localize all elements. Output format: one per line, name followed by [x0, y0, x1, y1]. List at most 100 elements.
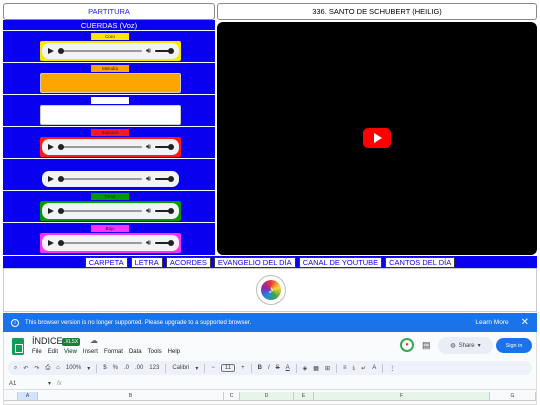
- column-header-g[interactable]: G: [490, 392, 536, 400]
- play-icon[interactable]: [48, 240, 54, 246]
- audio-player[interactable]: 🔊︎: [42, 203, 179, 219]
- play-icon[interactable]: [48, 176, 54, 182]
- undo-icon[interactable]: ↶: [23, 365, 28, 372]
- currency-button[interactable]: $: [103, 365, 106, 371]
- column-header-f[interactable]: F: [314, 392, 490, 400]
- wrap-icon[interactable]: ↵: [361, 365, 366, 372]
- audio-player[interactable]: 🔊︎: [42, 43, 179, 59]
- decrease-font-icon[interactable]: −: [211, 365, 215, 371]
- comment-icon[interactable]: ▤: [422, 340, 431, 351]
- avatar-icon[interactable]: ●: [400, 338, 414, 352]
- column-header-c[interactable]: C: [224, 392, 240, 400]
- more-formats-button[interactable]: 123: [149, 365, 159, 371]
- play-icon[interactable]: [48, 208, 54, 214]
- align-icon[interactable]: ≡: [343, 365, 347, 371]
- menu-insert[interactable]: Insert: [83, 349, 98, 355]
- nav-button-carpeta[interactable]: CARPETA: [84, 257, 128, 268]
- volume-icon[interactable]: 🔊︎: [146, 239, 151, 247]
- menu-bar: File Edit View Insert Format Data Tools Help: [32, 349, 180, 355]
- audio-player[interactable]: 🔊︎: [42, 171, 179, 187]
- seek-slider[interactable]: [58, 144, 142, 150]
- redo-icon[interactable]: ↷: [34, 365, 39, 372]
- partitura-link[interactable]: PARTITURA: [3, 3, 215, 20]
- music-logo-icon[interactable]: ♪: [256, 275, 286, 305]
- increase-font-icon[interactable]: +: [241, 365, 245, 371]
- zoom-select[interactable]: 100%: [66, 365, 81, 371]
- seek-slider[interactable]: [58, 240, 142, 246]
- chevron-down-icon: ▾: [195, 365, 199, 372]
- paint-format-icon[interactable]: ⌂: [56, 365, 60, 371]
- rotate-icon[interactable]: A: [372, 365, 376, 371]
- unsupported-browser-banner: i This browser version is no longer supp…: [3, 313, 537, 332]
- seek-slider[interactable]: [58, 48, 142, 54]
- volume-slider[interactable]: [155, 208, 174, 214]
- volume-icon[interactable]: 🔊︎: [146, 175, 151, 183]
- nav-button-cantos-del-d-a[interactable]: CANTOS DEL DÍA: [385, 257, 456, 268]
- nav-button-evangelio-del-d-a[interactable]: EVANGELIO DEL DÍA: [213, 257, 296, 268]
- column-header-d[interactable]: D: [240, 392, 294, 400]
- doc-title[interactable]: ÍNDICE: [32, 336, 63, 346]
- name-box[interactable]: A1: [4, 381, 48, 387]
- learn-more-link[interactable]: Learn More: [475, 319, 508, 326]
- menu-format[interactable]: Format: [104, 349, 123, 355]
- strikethrough-icon[interactable]: S: [276, 365, 280, 371]
- volume-icon[interactable]: 🔊︎: [146, 143, 151, 151]
- nav-button-acordes[interactable]: ACORDES: [165, 257, 211, 268]
- track-label: [91, 97, 129, 104]
- column-header-e[interactable]: E: [294, 392, 314, 400]
- bold-icon[interactable]: B: [258, 365, 262, 371]
- menu-data[interactable]: Data: [129, 349, 142, 355]
- play-icon[interactable]: [48, 48, 54, 54]
- font-select[interactable]: Calibri: [172, 365, 189, 371]
- track-label: [91, 161, 129, 168]
- select-all-corner[interactable]: [4, 392, 18, 400]
- share-button[interactable]: ◍ Share ▾: [438, 337, 493, 354]
- nav-button-letra[interactable]: LETRA: [130, 257, 163, 268]
- play-icon[interactable]: [48, 144, 54, 150]
- search-icon[interactable]: ⌕: [14, 365, 17, 372]
- volume-slider[interactable]: [155, 176, 174, 182]
- column-header-b[interactable]: B: [38, 392, 224, 400]
- audio-player[interactable]: 🔊︎: [42, 235, 179, 251]
- track-row: [3, 95, 215, 127]
- borders-icon[interactable]: ▦: [313, 365, 319, 372]
- youtube-video[interactable]: [217, 22, 537, 255]
- seek-slider[interactable]: [58, 208, 142, 214]
- audio-player[interactable]: 🔊︎: [42, 139, 179, 155]
- menu-tools[interactable]: Tools: [148, 349, 162, 355]
- text-color-icon[interactable]: A: [286, 365, 290, 371]
- share-label: Share: [458, 342, 475, 349]
- divider: [335, 363, 337, 373]
- column-header-a[interactable]: A: [18, 392, 38, 400]
- sheets-icon[interactable]: [12, 338, 24, 355]
- cloud-icon: ☁: [90, 336, 98, 345]
- decrease-decimal-button[interactable]: .0: [124, 365, 129, 371]
- close-icon[interactable]: ✕: [521, 317, 529, 328]
- track-frame: 🔊︎: [40, 169, 181, 189]
- menu-edit[interactable]: Edit: [48, 349, 58, 355]
- merge-icon[interactable]: ⊞: [325, 365, 330, 372]
- seek-slider[interactable]: [58, 176, 142, 182]
- volume-slider[interactable]: [155, 48, 174, 54]
- menu-view[interactable]: View: [64, 349, 77, 355]
- valign-icon[interactable]: ⤓: [353, 365, 356, 372]
- fill-color-icon[interactable]: ◈: [303, 365, 308, 372]
- menu-file[interactable]: File: [32, 349, 42, 355]
- menu-help[interactable]: Help: [168, 349, 180, 355]
- nav-button-canal-de-youtube[interactable]: CANAL DE YOUTUBE: [298, 257, 383, 268]
- more-icon[interactable]: ⋮: [389, 365, 395, 372]
- divider: [204, 363, 206, 373]
- track-row: Bajo 🔊︎: [3, 223, 215, 255]
- youtube-play-icon[interactable]: [363, 128, 391, 148]
- volume-icon[interactable]: 🔊︎: [146, 207, 151, 215]
- print-icon[interactable]: ⎙: [45, 365, 50, 372]
- column-headers: ABCDEFG: [4, 392, 536, 401]
- volume-slider[interactable]: [155, 240, 174, 246]
- italic-icon[interactable]: I: [268, 365, 270, 371]
- sign-in-button[interactable]: Sign in: [496, 338, 532, 353]
- increase-decimal-button[interactable]: .00: [135, 365, 143, 371]
- percent-button[interactable]: %: [113, 365, 118, 371]
- font-size-input[interactable]: 11: [220, 364, 236, 372]
- volume-icon[interactable]: 🔊︎: [146, 47, 151, 55]
- volume-slider[interactable]: [155, 144, 174, 150]
